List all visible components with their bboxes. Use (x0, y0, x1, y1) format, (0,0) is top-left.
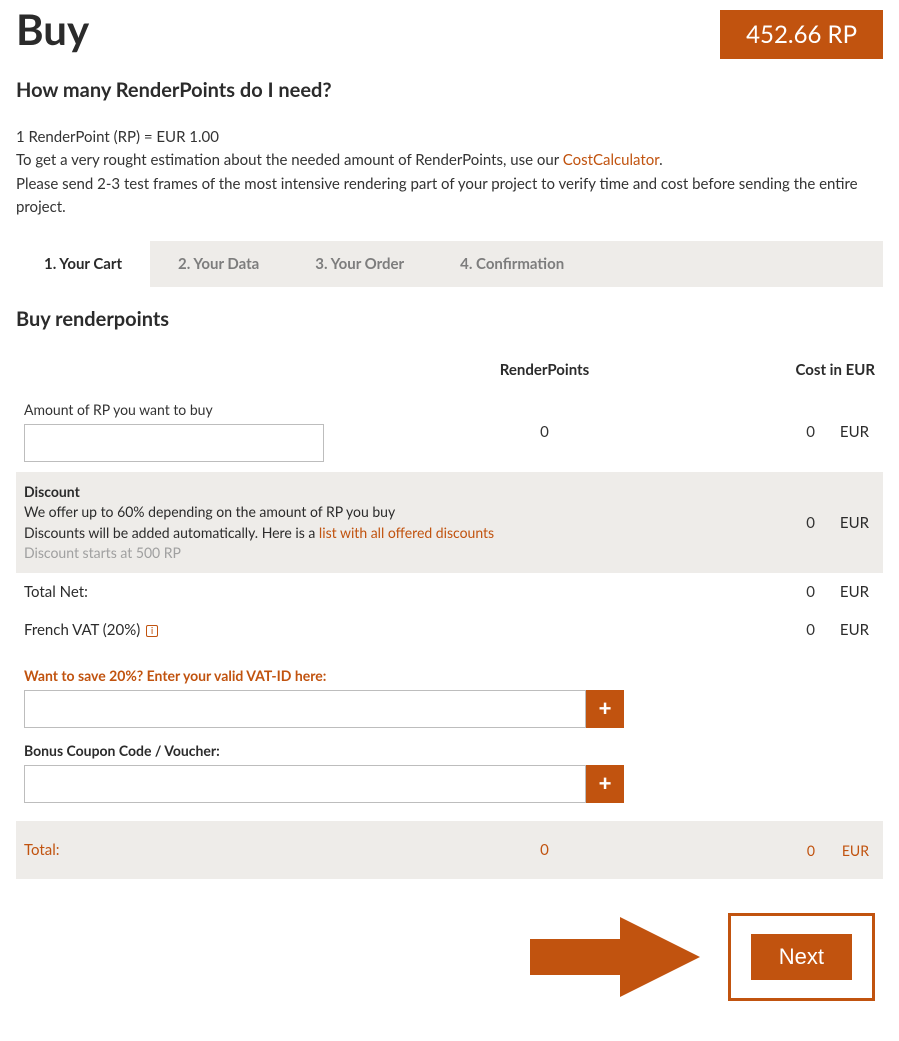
intro-text: 1 RenderPoint (RP) = EUR 1.00 To get a v… (16, 126, 883, 219)
discount-currency: EUR (815, 514, 875, 532)
intro-line2a: To get a very rought estimation about th… (16, 151, 563, 169)
next-button[interactable]: Next (751, 934, 852, 980)
discount-cost-value: 0 (685, 514, 815, 532)
coupon-add-button[interactable]: + (586, 765, 624, 803)
amount-currency: EUR (815, 423, 875, 441)
total-currency: EUR (815, 842, 875, 859)
vat-label: French VAT (20%) (24, 621, 140, 639)
tab-your-order[interactable]: 3. Your Order (287, 241, 432, 287)
section-title: Buy renderpoints (16, 307, 883, 331)
tab-confirmation[interactable]: 4. Confirmation (432, 241, 592, 287)
discount-line1: We offer up to 60% depending on the amou… (24, 503, 395, 520)
cost-calculator-link[interactable]: CostCalculator (563, 151, 659, 169)
col-header-cost: Cost in EUR (685, 361, 875, 379)
arrow-right-icon (530, 917, 700, 997)
discount-list-link[interactable]: list with all offered discounts (319, 524, 494, 541)
discount-muted: Discount starts at 500 RP (24, 544, 181, 561)
amount-label: Amount of RP you want to buy (24, 401, 213, 418)
amount-input[interactable] (24, 424, 324, 462)
tab-your-cart[interactable]: 1. Your Cart (16, 241, 150, 287)
total-cost: 0 (685, 842, 815, 859)
discount-title: Discount (24, 483, 80, 500)
checkout-tabs: 1. Your Cart 2. Your Data 3. Your Order … (16, 241, 883, 287)
col-header-renderpoints: RenderPoints (404, 361, 685, 379)
vat-id-label: Want to save 20%? Enter your valid VAT-I… (24, 667, 883, 684)
amount-cost-value: 0 (685, 423, 815, 441)
coupon-label: Bonus Coupon Code / Voucher: (24, 742, 883, 759)
col-header-left (24, 361, 404, 379)
coupon-input[interactable] (24, 765, 586, 803)
renderpoints-balance-badge: 452.66 RP (720, 10, 883, 59)
vat-value: 0 (685, 621, 815, 639)
intro-line2c: . (659, 151, 663, 169)
next-button-highlight: Next (728, 913, 875, 1001)
total-label: Total: (24, 841, 404, 859)
total-net-label: Total Net: (24, 583, 404, 601)
vat-id-input[interactable] (24, 690, 586, 728)
plus-icon: + (599, 771, 612, 796)
tab-your-data[interactable]: 2. Your Data (150, 241, 287, 287)
info-icon[interactable]: i (146, 625, 158, 637)
total-rp: 0 (404, 841, 685, 859)
total-net-value: 0 (685, 583, 815, 601)
total-net-currency: EUR (815, 583, 875, 601)
vat-currency: EUR (815, 621, 875, 639)
discount-line2a: Discounts will be added automatically. H… (24, 524, 319, 541)
plus-icon: + (599, 696, 612, 721)
intro-line3: Please send 2-3 test frames of the most … (16, 175, 858, 216)
subtitle: How many RenderPoints do I need? (16, 78, 883, 102)
intro-line1: 1 RenderPoint (RP) = EUR 1.00 (16, 128, 219, 146)
amount-rp-value: 0 (404, 423, 685, 441)
vat-id-add-button[interactable]: + (586, 690, 624, 728)
page-title: Buy (16, 4, 89, 54)
